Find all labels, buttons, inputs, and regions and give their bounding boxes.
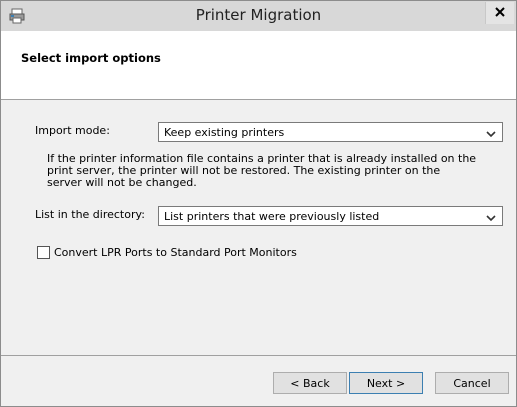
import-mode-label: Import mode:: [35, 124, 110, 137]
cancel-button[interactable]: Cancel: [435, 372, 509, 394]
directory-value: List printers that were previously liste…: [164, 210, 380, 223]
window-title: Printer Migration: [195, 6, 322, 24]
convert-lpr-checkbox[interactable]: [37, 246, 50, 259]
wizard-content: Import mode: Keep existing printers If t…: [1, 100, 516, 356]
wizard-header: Select import options: [1, 31, 516, 100]
import-mode-description: If the printer information file contains…: [47, 152, 477, 189]
chevron-down-icon: [486, 212, 496, 222]
convert-lpr-label[interactable]: Convert LPR Ports to Standard Port Monit…: [54, 246, 297, 259]
title-bar: Printer Migration: [1, 1, 516, 31]
wizard-footer: < Back Next > Cancel: [1, 356, 516, 406]
page-title: Select import options: [21, 51, 161, 65]
chevron-down-icon: [486, 128, 496, 138]
back-button[interactable]: < Back: [273, 372, 347, 394]
directory-select[interactable]: List printers that were previously liste…: [158, 206, 503, 226]
directory-label: List in the directory:: [35, 208, 145, 221]
next-button[interactable]: Next >: [349, 372, 423, 394]
close-button[interactable]: [485, 2, 514, 24]
import-mode-value: Keep existing printers: [164, 126, 285, 139]
close-icon: [495, 6, 505, 20]
import-mode-select[interactable]: Keep existing printers: [158, 122, 503, 142]
printer-migration-window: Printer Migration Select import options …: [0, 0, 517, 407]
